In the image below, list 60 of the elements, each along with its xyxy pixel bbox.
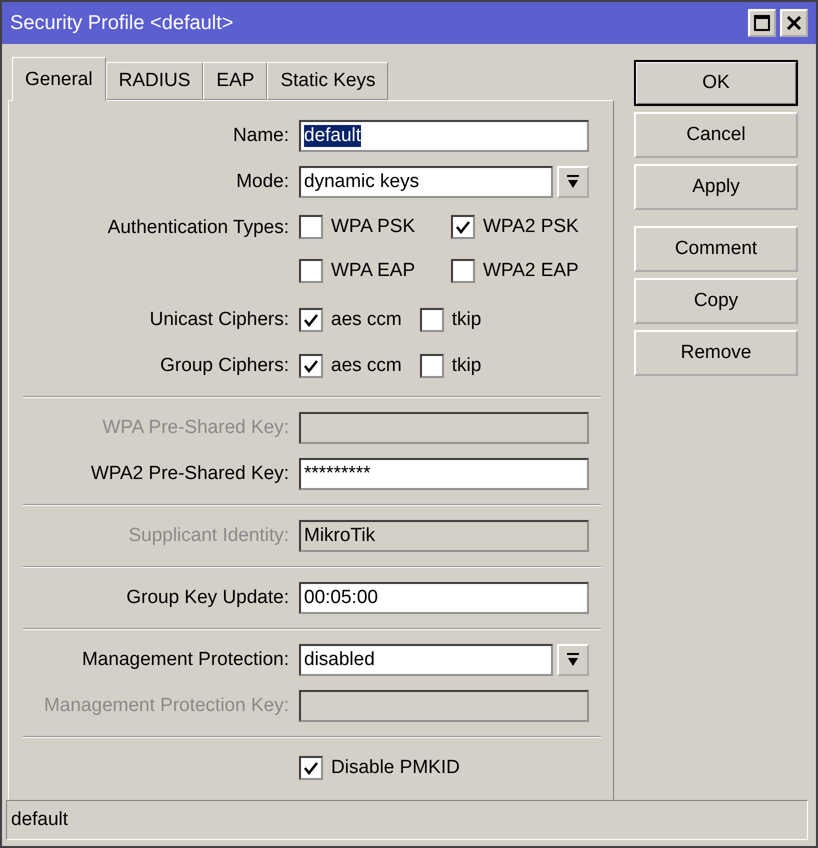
maximize-icon bbox=[754, 15, 770, 31]
status-text: default bbox=[11, 809, 68, 831]
down-arrow-icon bbox=[566, 174, 580, 190]
field-label: Name: bbox=[232, 125, 290, 147]
dialog-button[interactable]: Comment bbox=[634, 226, 798, 272]
dialog-button[interactable]: Apply bbox=[634, 164, 798, 210]
tab[interactable]: Static Keys bbox=[267, 62, 388, 100]
checkbox-label: tkip bbox=[452, 309, 482, 331]
dropdown-field[interactable]: disabled bbox=[299, 644, 553, 676]
field-label: WPA Pre-Shared Key: bbox=[101, 417, 290, 439]
field-label: Unicast Ciphers: bbox=[148, 309, 290, 331]
input-field[interactable] bbox=[299, 690, 589, 722]
maximize-button[interactable] bbox=[748, 9, 776, 37]
tab[interactable]: RADIUS bbox=[106, 62, 204, 100]
down-arrow-icon bbox=[566, 652, 580, 668]
checkbox-label: WPA PSK bbox=[331, 216, 416, 238]
checkbox-label: WPA2 PSK bbox=[483, 216, 579, 238]
dropdown-field[interactable]: dynamic keys bbox=[299, 166, 553, 198]
checkbox[interactable] bbox=[451, 215, 475, 239]
tab[interactable]: EAP bbox=[203, 62, 268, 100]
field-label: Group Ciphers: bbox=[159, 355, 290, 377]
checkbox-label: Disable PMKID bbox=[331, 757, 460, 779]
field-label: Management Protection: bbox=[80, 649, 290, 671]
dialog-button[interactable]: Cancel bbox=[634, 112, 798, 158]
checkmark-icon bbox=[303, 358, 319, 374]
dialog-button[interactable]: OK bbox=[634, 60, 798, 106]
input-field[interactable]: default bbox=[299, 120, 589, 152]
field-label: Management Protection Key: bbox=[42, 695, 290, 717]
checkbox[interactable] bbox=[299, 308, 323, 332]
checkbox-label: WPA EAP bbox=[331, 260, 416, 282]
checkbox[interactable] bbox=[451, 259, 475, 283]
checkbox[interactable] bbox=[299, 756, 323, 780]
checkbox[interactable] bbox=[299, 215, 323, 239]
field-label: Supplicant Identity: bbox=[127, 525, 290, 547]
checkbox[interactable] bbox=[420, 308, 444, 332]
input-field[interactable] bbox=[299, 412, 589, 444]
field-label: Group Key Update: bbox=[125, 587, 290, 609]
checkbox[interactable] bbox=[299, 259, 323, 283]
tab[interactable]: General bbox=[12, 57, 106, 101]
dropdown-button[interactable] bbox=[557, 166, 589, 198]
close-icon bbox=[786, 15, 802, 31]
field-label: WPA2 Pre-Shared Key: bbox=[90, 463, 290, 485]
dialog-button[interactable]: Copy bbox=[634, 278, 798, 324]
dialog-button[interactable]: Remove bbox=[634, 330, 798, 376]
close-button[interactable] bbox=[780, 9, 808, 37]
checkmark-icon bbox=[303, 312, 319, 328]
dropdown-button[interactable] bbox=[557, 644, 589, 676]
checkmark-icon bbox=[455, 219, 471, 235]
checkbox-label: tkip bbox=[452, 355, 482, 377]
checkbox[interactable] bbox=[420, 354, 444, 378]
checkmark-icon bbox=[303, 760, 319, 776]
checkbox-label: aes ccm bbox=[331, 355, 402, 377]
input-field[interactable]: 00:05:00 bbox=[299, 582, 589, 614]
input-field[interactable]: ********* bbox=[299, 458, 589, 490]
window-title: Security Profile <default> bbox=[10, 12, 234, 34]
checkbox-label: aes ccm bbox=[331, 309, 402, 331]
field-label: Mode: bbox=[235, 171, 290, 193]
field-label: Authentication Types: bbox=[106, 216, 290, 239]
checkbox-label: WPA2 EAP bbox=[483, 260, 579, 282]
checkbox[interactable] bbox=[299, 354, 323, 378]
